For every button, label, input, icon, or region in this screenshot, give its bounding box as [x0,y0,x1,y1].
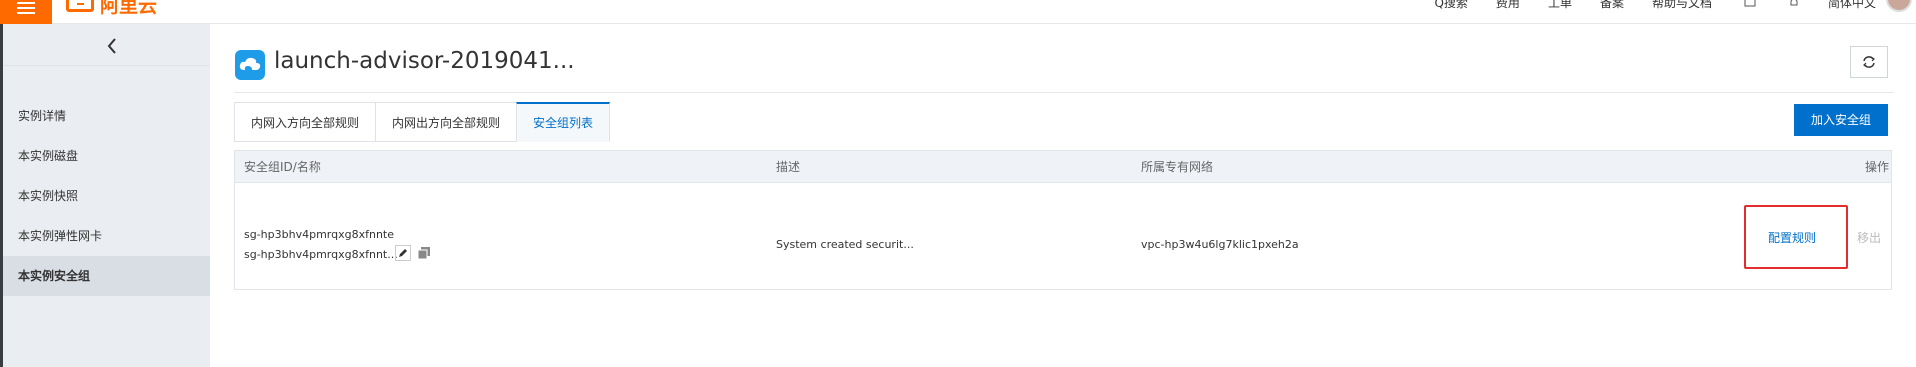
brand-name: 阿里云 [100,0,158,17]
top-nav: Q搜索 费用 工单 备案 帮助与文档 简体中文 [1406,0,1876,11]
tab-bar: 内网入方向全部规则 内网出方向全部规则 安全组列表 [234,102,611,142]
security-group-name: sg-hp3bhv4pmrqxg8xfnnt... [244,248,398,261]
page-title: launch-advisor-2019041... [274,48,575,74]
menu-icon[interactable] [0,0,52,24]
tab-inbound-rules[interactable]: 内网入方向全部规则 [234,102,376,142]
tab-security-group-list[interactable]: 安全组列表 [516,102,611,142]
header-operation: 操作 [1865,160,1890,174]
bell-icon[interactable] [1788,0,1800,8]
language-switch[interactable]: 简体中文 [1828,0,1876,11]
header-vpc: 所属专有网络 [1141,160,1214,174]
title-divider [234,92,1894,93]
security-group-description: System created securit... [776,238,914,251]
sidebar-item-security-groups[interactable]: 本实例安全组 [3,256,210,296]
brand-logo[interactable]: 阿里云 [66,0,158,17]
sidebar-item-snapshots[interactable]: 本实例快照 [3,176,210,216]
aliyun-logo-mark [66,0,94,12]
chevron-left-icon [107,38,116,54]
vpc-id: vpc-hp3w4u6lg7klic1pxeh2a [1141,238,1299,251]
configure-rules-link[interactable]: 配置规则 [1768,229,1816,246]
refresh-button[interactable] [1850,46,1888,78]
message-icon[interactable] [1744,0,1756,8]
table-header: 安全组ID/名称 描述 所属专有网络 操作 [235,151,1891,183]
security-group-id: sg-hp3bhv4pmrqxg8xfnnte [244,228,395,241]
main-content: launch-advisor-2019041... 内网入方向全部规则 内网出方… [210,24,1916,367]
nav-help[interactable]: 帮助与文档 [1652,0,1712,11]
security-group-table: 安全组ID/名称 描述 所属专有网络 操作 sg-hp3bhv4pmrqxg8x… [234,150,1892,290]
header-id-name: 安全组ID/名称 [244,160,321,174]
cloud-icon [235,50,265,80]
remove-link[interactable]: 移出 [1857,229,1881,246]
sidebar-item-disks[interactable]: 本实例磁盘 [3,136,210,176]
tab-outbound-rules[interactable]: 内网出方向全部规则 [375,102,517,142]
nav-icp[interactable]: 备案 [1600,0,1624,11]
nav-tickets[interactable]: 工单 [1548,0,1572,11]
sidebar: 实例详情 本实例磁盘 本实例快照 本实例弹性网卡 本实例安全组 [3,24,210,367]
nav-billing[interactable]: 费用 [1496,0,1520,11]
refresh-icon [1863,56,1875,68]
copy-icon[interactable] [417,246,431,260]
edit-icon[interactable] [395,245,411,261]
nav-search[interactable]: Q搜索 [1434,0,1467,11]
table-row: sg-hp3bhv4pmrqxg8xfnnte sg-hp3bhv4pmrqxg… [235,184,1891,289]
top-bar: 阿里云 Q搜索 费用 工单 备案 帮助与文档 简体中文 [0,0,1916,24]
sidebar-item-instance-details[interactable]: 实例详情 [3,96,210,136]
sidebar-item-eni[interactable]: 本实例弹性网卡 [3,216,210,256]
add-security-group-button[interactable]: 加入安全组 [1794,104,1888,136]
header-description: 描述 [776,160,801,174]
sidebar-collapse-button[interactable] [3,24,210,66]
avatar[interactable] [1886,0,1912,12]
